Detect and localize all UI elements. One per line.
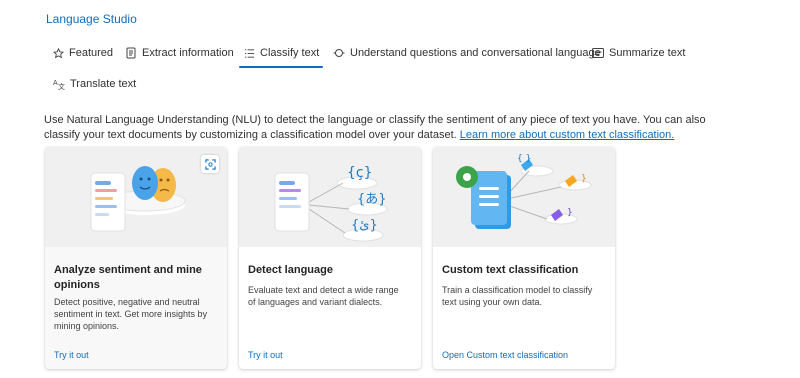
conversation-icon: [333, 47, 345, 59]
card-custom-text-classification[interactable]: { } } } Custom text classification Train…: [433, 147, 615, 369]
card-description: Train a classification model to classify…: [442, 285, 593, 307]
tab-understand-questions[interactable]: Understand questions and conversational …: [333, 40, 601, 66]
document-icon: [125, 47, 137, 59]
svg-text:{ç}: {ç}: [347, 165, 373, 181]
tab-label: Classify text: [260, 47, 320, 59]
star-icon: [52, 47, 64, 59]
tab-summarize-text[interactable]: Summarize text: [592, 40, 685, 66]
svg-text:{あ}: {あ}: [357, 192, 387, 207]
translate-icon: A文: [53, 78, 65, 90]
try-it-out-link[interactable]: Try it out: [54, 350, 89, 360]
tab-label: Summarize text: [609, 47, 686, 59]
svg-text:文: 文: [58, 82, 65, 90]
language-illustration: {ç} {あ} {ئ}: [239, 147, 421, 247]
classification-illustration: { } } }: [433, 147, 615, 247]
tab-extract-information[interactable]: Extract information: [125, 40, 234, 66]
tab-classify-text[interactable]: Classify text: [238, 40, 324, 68]
learn-more-link[interactable]: Learn more about custom text classificat…: [460, 129, 675, 141]
card-title: Analyze sentiment and mine opinions: [54, 264, 202, 291]
list-icon: [243, 47, 255, 59]
card-title: Detect language: [248, 264, 333, 276]
svg-text:{ئ}: {ئ}: [351, 218, 378, 233]
card-detect-language[interactable]: {ç} {あ} {ئ} Detect language Evaluate tex…: [239, 147, 421, 369]
card-description: Detect positive, negative and neutral se…: [54, 297, 208, 331]
tab-label: Translate text: [70, 78, 137, 90]
card-description: Evaluate text and detect a wide range of…: [248, 285, 399, 307]
tab-translate-text[interactable]: A文 Translate text: [53, 71, 136, 97]
try-it-out-link[interactable]: Try it out: [248, 350, 283, 360]
card-analyze-sentiment[interactable]: Analyze sentiment and mine opinions Dete…: [45, 147, 227, 369]
app-title[interactable]: Language Studio: [46, 12, 137, 26]
open-custom-text-classification-link[interactable]: Open Custom text classification: [442, 350, 568, 360]
svg-text:{ }: { }: [517, 154, 531, 164]
card-title: Custom text classification: [442, 264, 579, 276]
svg-text:}: }: [567, 208, 573, 218]
page-description: Use Natural Language Understanding (NLU)…: [44, 113, 744, 143]
tab-label: Featured: [69, 47, 114, 59]
tab-label: Understand questions and conversational …: [350, 47, 601, 59]
tab-label: Extract information: [142, 47, 234, 59]
summary-icon: [592, 47, 604, 59]
expand-icon[interactable]: [201, 155, 219, 173]
svg-text:}: }: [581, 174, 587, 184]
sentiment-illustration: [45, 147, 227, 247]
tab-featured[interactable]: Featured: [52, 40, 113, 66]
